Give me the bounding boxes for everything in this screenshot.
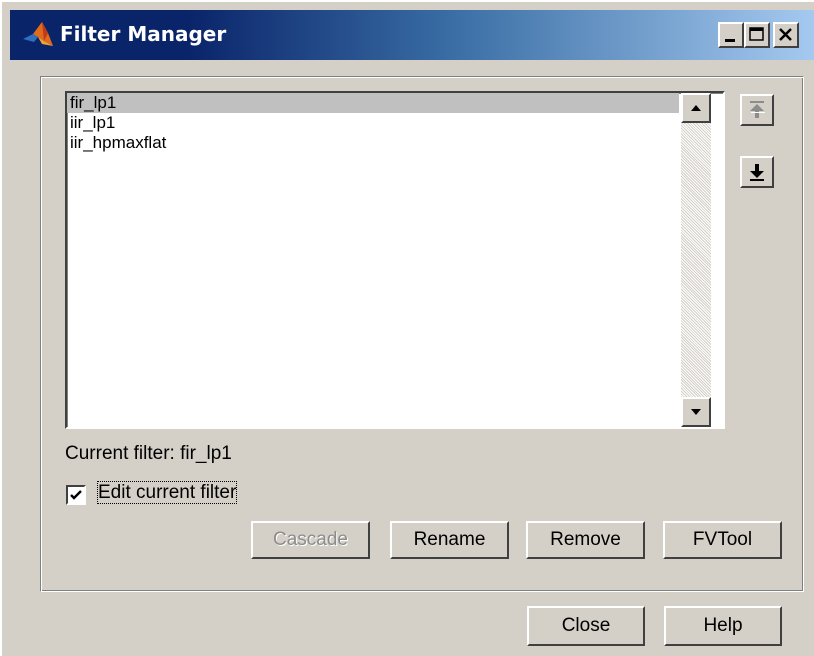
current-filter-label: Current filter: fir_lp1 — [65, 443, 232, 464]
help-button[interactable]: Help — [664, 606, 782, 646]
cascade-button[interactable]: Cascade — [251, 521, 370, 559]
edit-current-filter-label[interactable]: Edit current filter — [96, 481, 238, 504]
filter-listbox[interactable]: fir_lp1 iir_lp1 iir_hpmaxflat — [65, 91, 725, 429]
list-item[interactable]: iir_lp1 — [67, 113, 679, 133]
edit-current-filter-checkbox[interactable] — [66, 485, 86, 505]
move-to-top-icon — [750, 101, 765, 118]
title-bar[interactable]: Filter Manager — [10, 10, 814, 60]
minimize-button[interactable] — [718, 22, 744, 48]
window-title: Filter Manager — [60, 22, 227, 46]
vertical-scrollbar[interactable] — [681, 93, 711, 427]
close-icon — [779, 28, 792, 41]
move-to-top-button[interactable] — [740, 94, 774, 126]
minimize-icon — [725, 39, 735, 42]
filter-manager-window: Filter Manager fir_lp1 iir_lp1 iir_hpmax… — [0, 0, 814, 656]
maximize-button[interactable] — [744, 22, 770, 48]
list-item[interactable]: iir_hpmaxflat — [67, 133, 679, 153]
fvtool-button[interactable]: FVTool — [663, 521, 782, 559]
filter-list-items: fir_lp1 iir_lp1 iir_hpmaxflat — [67, 93, 679, 153]
remove-button[interactable]: Remove — [526, 521, 645, 559]
matlab-icon — [23, 22, 53, 46]
maximize-icon — [749, 27, 764, 41]
checkmark-icon — [70, 490, 82, 500]
edit-current-filter-text: Edit current filter — [96, 481, 238, 504]
scroll-down-button[interactable] — [681, 397, 711, 427]
move-to-bottom-icon — [750, 164, 764, 181]
close-window-button[interactable] — [773, 22, 799, 48]
move-to-bottom-button[interactable] — [740, 156, 774, 188]
rename-button[interactable]: Rename — [390, 521, 509, 559]
close-button[interactable]: Close — [527, 606, 645, 646]
scroll-up-button[interactable] — [681, 93, 711, 123]
triangle-down-icon — [691, 409, 701, 415]
triangle-up-icon — [691, 105, 701, 111]
list-item[interactable]: fir_lp1 — [67, 93, 679, 113]
